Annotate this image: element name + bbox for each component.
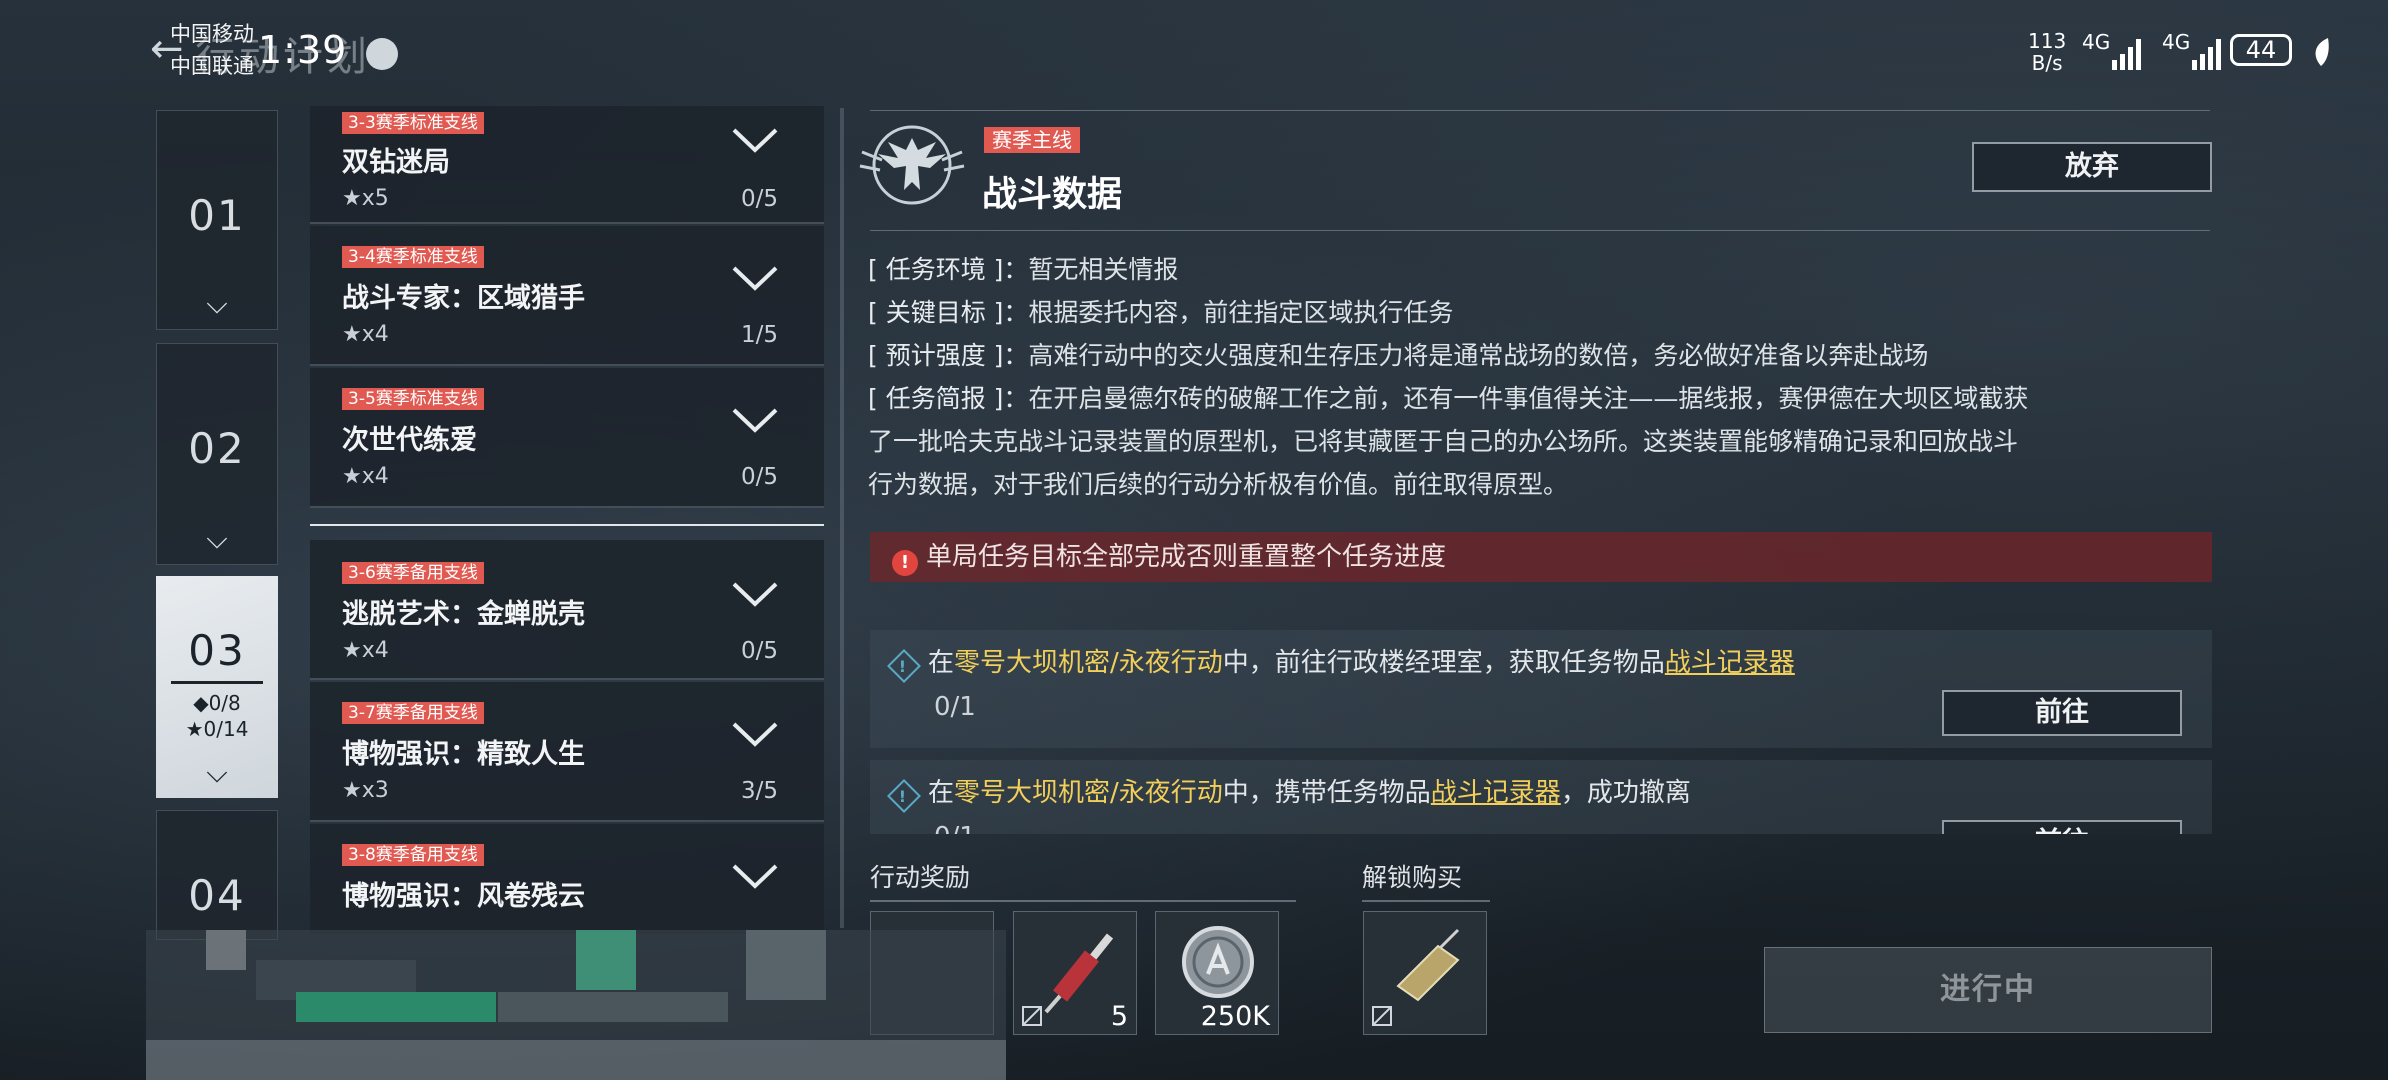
net-speed: 113 B/s [2028, 29, 2067, 75]
mission-card[interactable]: 3-3赛季标准支线 双钻迷局 ★x5 0/5 [310, 106, 824, 224]
leaf-icon [2315, 38, 2329, 66]
quest-environment: [ 任务环境 ]：暂无相关情报 [868, 255, 1179, 284]
info-icon: ! [887, 779, 921, 813]
chevron-down-icon[interactable] [730, 254, 780, 304]
item-link[interactable]: 战斗记录器 [1665, 648, 1795, 678]
mission-stars: ★x4 [342, 638, 389, 663]
quest-key-goal: [ 关键目标 ]：根据委托内容，前往指定区域执行任务 [868, 298, 1454, 327]
chapter-tab-04[interactable]: 04 [156, 810, 278, 940]
mission-list-scrollbar[interactable] [840, 108, 844, 928]
eagle-emblem-icon [859, 125, 965, 205]
carrier-2: 中国联通 [170, 54, 254, 78]
signal-1-icon [2112, 39, 2141, 70]
divider [870, 230, 2210, 231]
quest-title: 战斗数据 [982, 175, 1123, 215]
rewards-label: 行动奖励 [870, 858, 1296, 902]
mission-name: 博物强识：精致人生 [342, 739, 585, 770]
mission-tag: 3-4赛季标准支线 [342, 246, 484, 268]
reward-slot[interactable]: 5 [1013, 911, 1137, 1035]
mission-progress: 0/5 [740, 638, 778, 664]
mission-stars: ★x4 [342, 464, 389, 489]
mission-card[interactable]: 3-7赛季备用支线 博物强识：精致人生 ★x3 3/5 [310, 682, 824, 822]
info-icon: ! [887, 649, 921, 683]
unlock-slot[interactable] [1363, 911, 1487, 1035]
mission-name: 双钻迷局 [342, 147, 450, 178]
mosaic-overlay [146, 930, 1006, 1080]
chevron-down-icon[interactable] [730, 710, 780, 760]
task-objective: ! 在零号大坝机密/永夜行动中，前往行政楼经理室，获取任务物品战斗记录器 0/1 … [870, 630, 2212, 748]
chapter-diamond-progress: ◆0/8 [193, 691, 241, 715]
signal-2-icon [2192, 39, 2221, 70]
chevron-down-icon[interactable] [730, 396, 780, 446]
mission-tag: 3-3赛季标准支线 [342, 112, 484, 134]
mission-name: 逃脱艺术：金蝉脱壳 [342, 599, 585, 630]
goto-button[interactable]: 前往 [1942, 820, 2182, 834]
in-progress-button: 进行中 [1764, 947, 2212, 1033]
status-time: 1:39 [258, 28, 348, 72]
mission-name: 战斗专家：区域猎手 [342, 283, 585, 314]
reward-slot[interactable]: 250K [1155, 911, 1279, 1035]
quest-intensity: [ 预计强度 ]：高难行动中的交火强度和生存压力将是通常战场的数倍，务必做好准备… [868, 341, 1929, 370]
mission-progress: 1/5 [740, 322, 778, 348]
chapter-tab-02[interactable]: 02 ⌵ [156, 343, 278, 565]
unbound-mark-icon [1022, 1006, 1042, 1026]
chevron-down-icon[interactable] [730, 570, 780, 620]
network-1: 4G [2082, 30, 2111, 54]
reset-warning-banner: ! 单局任务目标全部完成否则重置整个任务进度 [870, 532, 2212, 582]
task-progress: 0/1 [934, 692, 976, 722]
chevron-down-icon: ⌵ [206, 522, 228, 555]
divider [870, 110, 2210, 111]
task-objective: !在零号大坝机密/永夜行动中，携带任务物品战斗记录器，成功撤离 0/1 前往 [870, 760, 2212, 834]
carrier-1: 中国移动 [170, 22, 254, 46]
mission-name: 博物强识：风卷残云 [342, 881, 585, 912]
chevron-down-icon: ⌵ [206, 287, 228, 320]
chapter-star-progress: ★0/14 [185, 717, 249, 741]
mission-card[interactable]: 3-5赛季标准支线 次世代练爱 ★x4 0/5 [310, 368, 824, 508]
unbound-mark-icon [1372, 1006, 1392, 1026]
chevron-down-icon: ⌵ [206, 756, 228, 789]
list-divider [310, 524, 824, 526]
reward-quantity: 5 [1110, 1001, 1128, 1032]
mission-progress: 3/5 [740, 778, 778, 804]
mission-name: 次世代练爱 [342, 425, 477, 456]
mission-stars: ★x3 [342, 778, 389, 803]
item-link[interactable]: 战斗记录器 [1431, 778, 1561, 808]
chevron-down-icon[interactable] [730, 852, 780, 902]
mission-progress: 0/5 [740, 186, 778, 212]
task-progress: 0/1 [934, 822, 976, 834]
chapter-tab-03[interactable]: 03 ◆0/8 ★0/14 ⌵ [156, 576, 278, 798]
mission-card[interactable]: 3-4赛季标准支线 战斗专家：区域猎手 ★x4 1/5 [310, 226, 824, 366]
mission-stars: ★x4 [342, 322, 389, 347]
notification-icon [366, 38, 398, 70]
unlock-label: 解锁购买 [1362, 858, 1490, 902]
network-2: 4G [2162, 30, 2191, 54]
mission-tag: 3-5赛季标准支线 [342, 388, 484, 410]
reward-quantity: 250K [1200, 1001, 1270, 1032]
mission-tag: 3-7赛季备用支线 [342, 702, 484, 724]
alert-icon: ! [892, 550, 918, 576]
goto-button[interactable]: 前往 [1942, 690, 2182, 736]
mission-tag: 3-6赛季备用支线 [342, 562, 484, 584]
mission-card[interactable]: 3-8赛季备用支线 博物强识：风卷残云 [310, 824, 824, 934]
abandon-button[interactable]: 放弃 [1972, 142, 2212, 192]
mission-stars: ★x5 [342, 186, 389, 211]
chapter-tab-01[interactable]: 01 ⌵ [156, 110, 278, 330]
mission-progress: 0/5 [740, 464, 778, 490]
syringe-icon [1044, 933, 1114, 1014]
recorder-device-icon [1396, 928, 1460, 1002]
mission-tag: 3-8赛季备用支线 [342, 844, 484, 866]
quest-briefing: [ 任务简报 ]：在开启曼德尔砖的破解工作之前，还有一件事值得关注——据线报，赛… [868, 384, 2029, 499]
battery-indicator: 44 [2230, 34, 2292, 66]
main-quest-tag: 赛季主线 [984, 127, 1080, 153]
coin-icon [1182, 926, 1254, 998]
chevron-down-icon[interactable] [730, 116, 780, 166]
mission-card[interactable]: 3-6赛季备用支线 逃脱艺术：金蝉脱壳 ★x4 0/5 [310, 540, 824, 680]
